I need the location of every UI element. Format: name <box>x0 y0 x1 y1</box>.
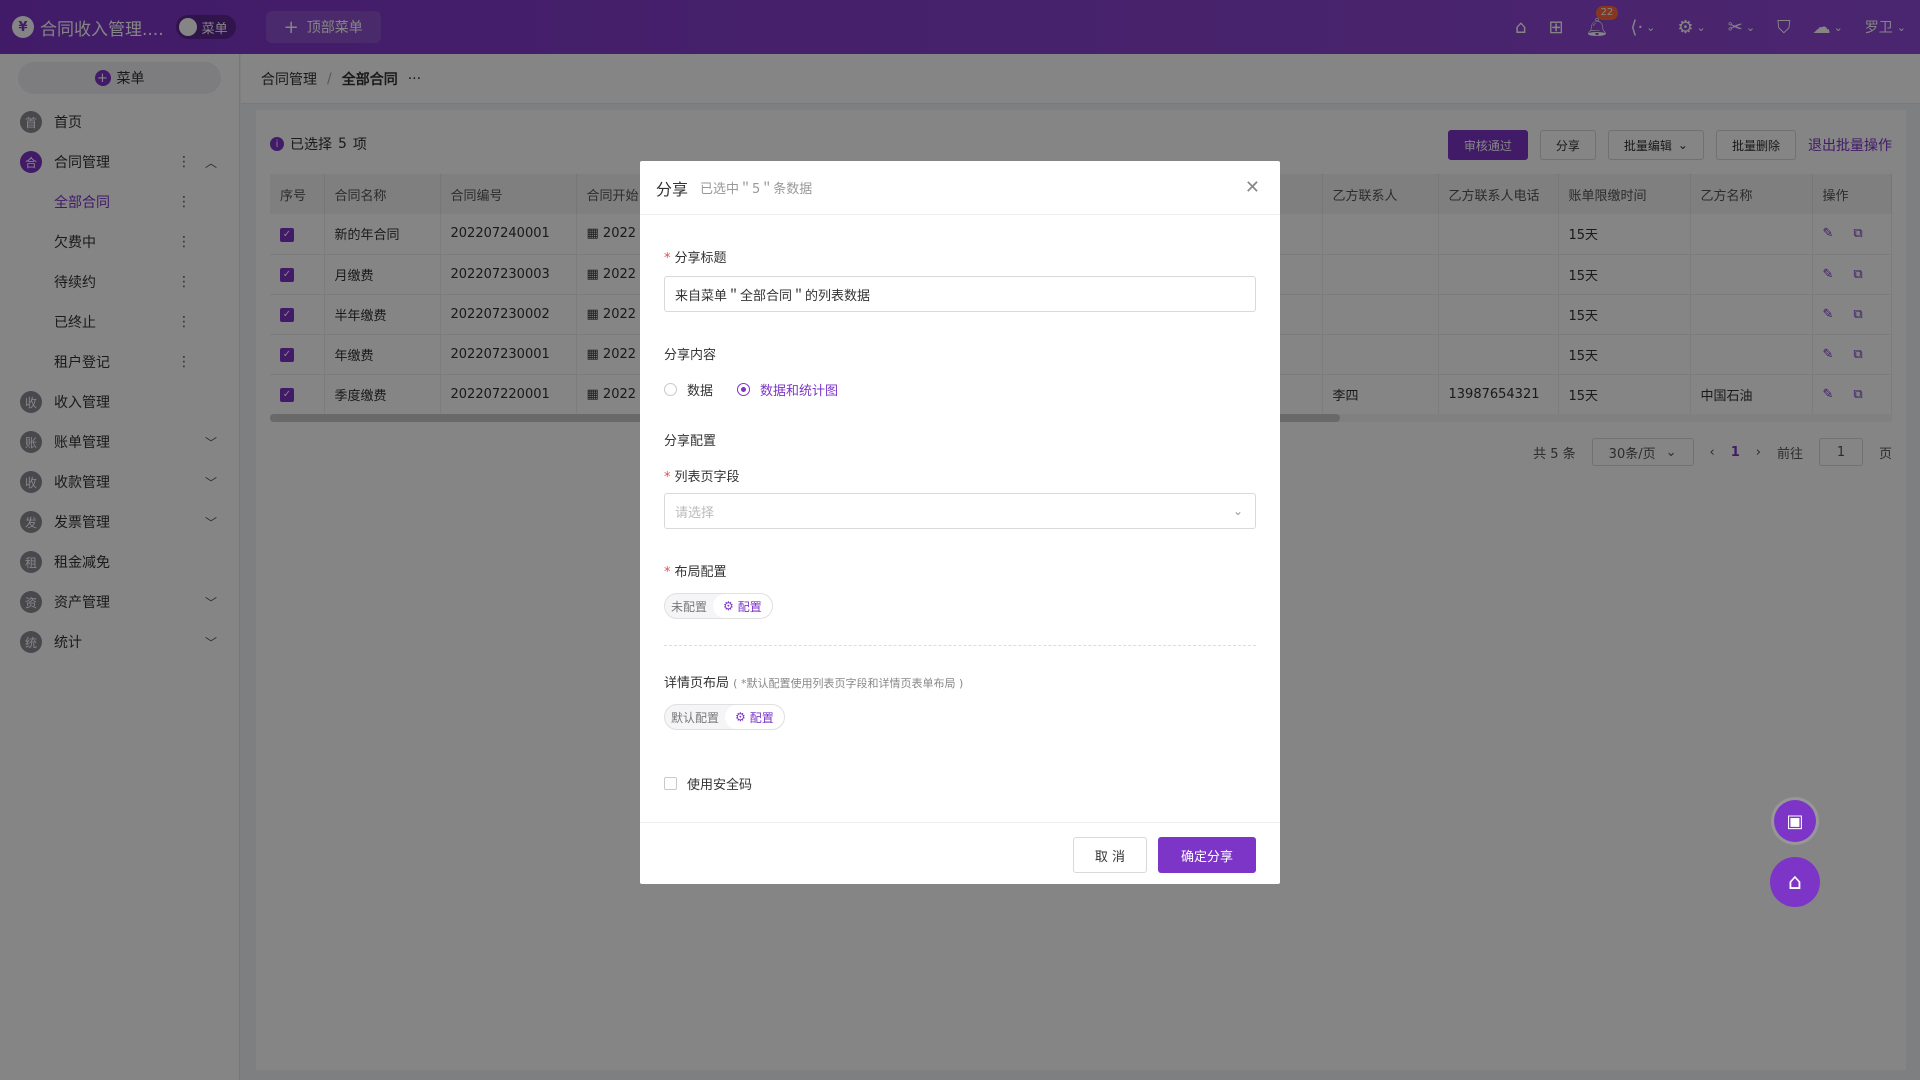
chevron-down-icon: ⌄ <box>1232 504 1243 518</box>
radio-circle-selected <box>737 383 751 396</box>
detail-layout-button-label: 配置 <box>749 710 774 725</box>
config-icon: ⚙ <box>723 599 734 613</box>
safe-code-checkbox[interactable]: 使用安全码 <box>664 774 752 793</box>
radio-data-label: 数据 <box>687 384 714 399</box>
checkbox-square <box>664 777 677 790</box>
share-dialog: 分享 已选中＂5＂条数据 ✕ * 分享标题 来自菜单＂全部合同＂的列表数据 分享内… <box>640 161 1280 884</box>
radio-circle <box>664 383 677 396</box>
dialog-footer: 取 消 确定分享 <box>640 822 1280 884</box>
layout-config-button-label: 配置 <box>737 599 762 614</box>
list-field-select[interactable]: 请选择 ⌄ <box>664 493 1256 529</box>
detail-layout-label: 详情页布局 ( *默认配置使用列表页字段和详情页表单布局 ) <box>664 672 963 691</box>
layout-config-button[interactable]: ⚙ 配置 <box>713 594 772 618</box>
dialog-title: 分享 <box>656 179 689 199</box>
radio-data[interactable]: 数据 <box>664 380 713 399</box>
share-config-label: 分享配置 <box>664 434 717 449</box>
radio-data-chart-label: 数据和统计图 <box>760 384 839 399</box>
share-content-label: 分享内容 <box>664 348 717 363</box>
detail-layout-state: 默认配置 <box>671 710 720 725</box>
dialog-subtitle: 已选中＂5＂条数据 <box>700 182 813 197</box>
list-field-label: * 列表页字段 <box>664 470 740 485</box>
safe-code-label: 使用安全码 <box>687 778 753 793</box>
config-icon: ⚙ <box>735 710 746 724</box>
home-float-icon[interactable]: ⌂ <box>1770 857 1820 907</box>
confirm-share-button[interactable]: 确定分享 <box>1158 837 1256 873</box>
share-title-label: * 分享标题 <box>664 251 727 266</box>
share-content-radio-group: 数据 数据和统计图 <box>664 380 838 399</box>
radio-data-chart[interactable]: 数据和统计图 <box>737 380 838 399</box>
cancel-button[interactable]: 取 消 <box>1073 837 1147 873</box>
share-title-label-text: 分享标题 <box>674 251 727 266</box>
close-icon[interactable]: ✕ <box>1245 177 1260 198</box>
layout-config-state: 未配置 <box>671 599 708 614</box>
layout-config-label-text: 布局配置 <box>674 565 727 580</box>
share-title-input[interactable]: 来自菜单＂全部合同＂的列表数据 <box>664 276 1256 312</box>
detail-layout-control: 默认配置 ⚙ 配置 <box>664 704 785 730</box>
dialog-header: 分享 已选中＂5＂条数据 ✕ <box>640 161 1280 215</box>
list-field-label-text: 列表页字段 <box>674 470 740 485</box>
detail-layout-hint: ( *默认配置使用列表页字段和详情页表单布局 ) <box>733 677 964 690</box>
detail-layout-label-text: 详情页布局 <box>664 676 730 691</box>
detail-layout-button[interactable]: ⚙ 配置 <box>725 705 784 729</box>
layout-config-control: 未配置 ⚙ 配置 <box>664 593 773 619</box>
layout-config-label: * 布局配置 <box>664 565 727 580</box>
divider <box>664 645 1256 646</box>
list-field-placeholder: 请选择 <box>675 505 715 521</box>
monitor-float-icon[interactable]: ▣ <box>1774 800 1816 842</box>
